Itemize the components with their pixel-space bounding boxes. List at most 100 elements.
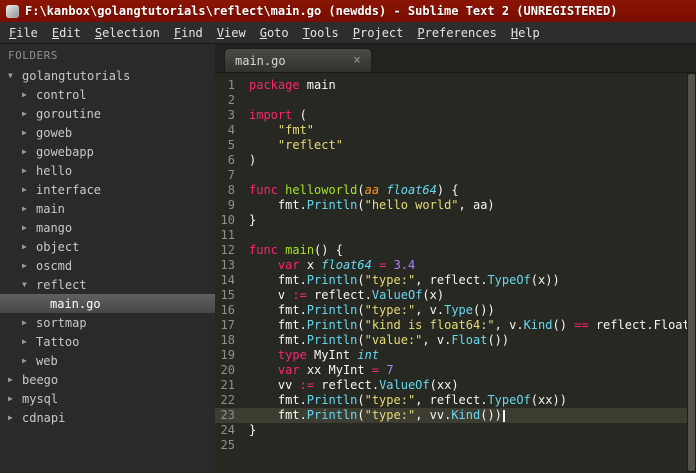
- code-line-20[interactable]: 20 var xx MyInt = 7: [215, 363, 696, 378]
- tree-item-goweb[interactable]: ▶ goweb: [0, 123, 215, 142]
- chevron-right-icon[interactable]: ▶: [22, 128, 36, 137]
- menu-bar: File Edit Selection Find View Goto Tools Projec…: [0, 22, 696, 44]
- code-line-5[interactable]: 5 "reflect": [215, 138, 696, 153]
- code-line-19[interactable]: 19 type MyInt int: [215, 348, 696, 363]
- tree-item-main-go[interactable]: main.go: [0, 294, 215, 313]
- chevron-right-icon[interactable]: ▶: [8, 413, 22, 422]
- menu-item-help[interactable]: Help: [504, 24, 547, 42]
- tree-item-golangtutorials[interactable]: ▼ golangtutorials: [0, 66, 215, 85]
- code-text: fmt.Println("type:", reflect.TypeOf(xx)): [249, 393, 567, 407]
- menu-item-selection[interactable]: Selection: [88, 24, 167, 42]
- code-line-15[interactable]: 15 v := reflect.ValueOf(x): [215, 288, 696, 303]
- tree-item-mysql[interactable]: ▶ mysql: [0, 389, 215, 408]
- code-text: func helloworld(aa float64) {: [249, 183, 459, 197]
- tab-close-icon[interactable]: ×: [353, 54, 361, 67]
- tree-item-web[interactable]: ▶ web: [0, 351, 215, 370]
- tree-item-goroutine[interactable]: ▶ goroutine: [0, 104, 215, 123]
- code-line-22[interactable]: 22 fmt.Println("type:", reflect.TypeOf(x…: [215, 393, 696, 408]
- code-line-18[interactable]: 18 fmt.Println("value:", v.Float()): [215, 333, 696, 348]
- code-line-6[interactable]: 6): [215, 153, 696, 168]
- code-text: fmt.Println("type:", vv.Kind()): [249, 408, 505, 423]
- menu-item-project[interactable]: Project: [346, 24, 411, 42]
- chevron-down-icon[interactable]: ▼: [22, 280, 36, 289]
- tree-item-hello[interactable]: ▶ hello: [0, 161, 215, 180]
- menu-item-find[interactable]: Find: [167, 24, 210, 42]
- code-line-2[interactable]: 2: [215, 93, 696, 108]
- menu-item-view[interactable]: View: [210, 24, 253, 42]
- tree-item-oscmd[interactable]: ▶ oscmd: [0, 256, 215, 275]
- editor-vertical-scrollbar[interactable]: [687, 73, 696, 472]
- code-line-11[interactable]: 11: [215, 228, 696, 243]
- code-line-25[interactable]: 25: [215, 438, 696, 453]
- code-line-13[interactable]: 13 var x float64 = 3.4: [215, 258, 696, 273]
- menu-item-goto[interactable]: Goto: [253, 24, 296, 42]
- chevron-right-icon[interactable]: ▶: [22, 147, 36, 156]
- tree-item-label: Tattoo: [36, 334, 80, 349]
- tree-item-control[interactable]: ▶ control: [0, 85, 215, 104]
- tree-item-beego[interactable]: ▶ beego: [0, 370, 215, 389]
- code-line-3[interactable]: 3 import (: [215, 108, 696, 123]
- code-text: package main: [249, 78, 336, 92]
- code-line-8[interactable]: 8 func helloworld(aa float64) {: [215, 183, 696, 198]
- editor-pane: main.go × 1 package main 2 3 import (4 "fmt"…: [215, 44, 696, 472]
- code-area[interactable]: 1 package main 2 3 import (4 "fmt" 5 "reflect…: [215, 73, 696, 472]
- tree-item-label: main: [36, 201, 65, 216]
- window-titlebar[interactable]: F:\kanbox\golangtutorials\reflect\main.g…: [0, 0, 696, 22]
- tree-item-label: goweb: [36, 125, 73, 140]
- line-number: 17: [220, 318, 235, 332]
- code-line-1[interactable]: 1 package main: [215, 78, 696, 93]
- chevron-right-icon[interactable]: ▶: [8, 375, 22, 384]
- scrollbar-thumb[interactable]: [688, 74, 695, 471]
- tree-item-cdnapi[interactable]: ▶ cdnapi: [0, 408, 215, 427]
- code-line-12[interactable]: 12 func main() {: [215, 243, 696, 258]
- tree-item-main[interactable]: ▶ main: [0, 199, 215, 218]
- menu-item-edit[interactable]: Edit: [45, 24, 88, 42]
- tree-item-mango[interactable]: ▶ mango: [0, 218, 215, 237]
- menu-item-tools[interactable]: Tools: [296, 24, 346, 42]
- code-line-23[interactable]: 23 fmt.Println("type:", vv.Kind()): [215, 408, 696, 423]
- line-number: 11: [220, 228, 235, 242]
- tree-item-interface[interactable]: ▶ interface: [0, 180, 215, 199]
- chevron-right-icon[interactable]: ▶: [22, 223, 36, 232]
- tree-item-label: mango: [36, 220, 73, 235]
- code-line-16[interactable]: 16 fmt.Println("type:", v.Type()): [215, 303, 696, 318]
- code-line-9[interactable]: 9 fmt.Println("hello world", aa): [215, 198, 696, 213]
- chevron-right-icon[interactable]: ▶: [8, 394, 22, 403]
- tab-main-go[interactable]: main.go ×: [224, 48, 372, 72]
- tree-item-label: main.go: [50, 296, 101, 311]
- tree-item-label: gowebapp: [36, 144, 94, 159]
- folders-header: FOLDERS: [8, 49, 58, 62]
- tree-item-object[interactable]: ▶ object: [0, 237, 215, 256]
- tree-item-reflect[interactable]: ▼ reflect: [0, 275, 215, 294]
- menu-item-file[interactable]: File: [2, 24, 45, 42]
- chevron-right-icon[interactable]: ▶: [22, 337, 36, 346]
- tree-item-tattoo[interactable]: ▶ Tattoo: [0, 332, 215, 351]
- chevron-right-icon[interactable]: ▶: [22, 204, 36, 213]
- code-line-24[interactable]: 24}: [215, 423, 696, 438]
- code-text: "reflect": [277, 138, 343, 152]
- menu-item-preferences[interactable]: Preferences: [410, 24, 503, 42]
- code-line-4[interactable]: 4 "fmt": [215, 123, 696, 138]
- line-number: 14: [220, 273, 235, 287]
- line-number: 7: [227, 168, 235, 182]
- code-line-21[interactable]: 21 vv := reflect.ValueOf(xx): [215, 378, 696, 393]
- tree-item-sortmap[interactable]: ▶ sortmap: [0, 313, 215, 332]
- chevron-right-icon[interactable]: ▶: [22, 356, 36, 365]
- code-line-10[interactable]: 10}: [215, 213, 696, 228]
- tree-item-gowebapp[interactable]: ▶ gowebapp: [0, 142, 215, 161]
- tree-item-label: oscmd: [36, 258, 73, 273]
- code-line-17[interactable]: 17 fmt.Println("kind is float64:", v.Kin…: [215, 318, 696, 333]
- tree-item-label: mysql: [22, 391, 59, 406]
- chevron-right-icon[interactable]: ▶: [22, 318, 36, 327]
- chevron-right-icon[interactable]: ▶: [22, 185, 36, 194]
- chevron-right-icon[interactable]: ▶: [22, 90, 36, 99]
- code-line-14[interactable]: 14 fmt.Println("type:", reflect.TypeOf(x…: [215, 273, 696, 288]
- chevron-right-icon[interactable]: ▶: [22, 166, 36, 175]
- sublime-app-icon: [6, 4, 19, 18]
- chevron-down-icon[interactable]: ▼: [8, 71, 22, 80]
- chevron-right-icon[interactable]: ▶: [22, 242, 36, 251]
- tree-item-label: golangtutorials: [22, 68, 131, 83]
- code-line-7[interactable]: 7: [215, 168, 696, 183]
- chevron-right-icon[interactable]: ▶: [22, 109, 36, 118]
- chevron-right-icon[interactable]: ▶: [22, 261, 36, 270]
